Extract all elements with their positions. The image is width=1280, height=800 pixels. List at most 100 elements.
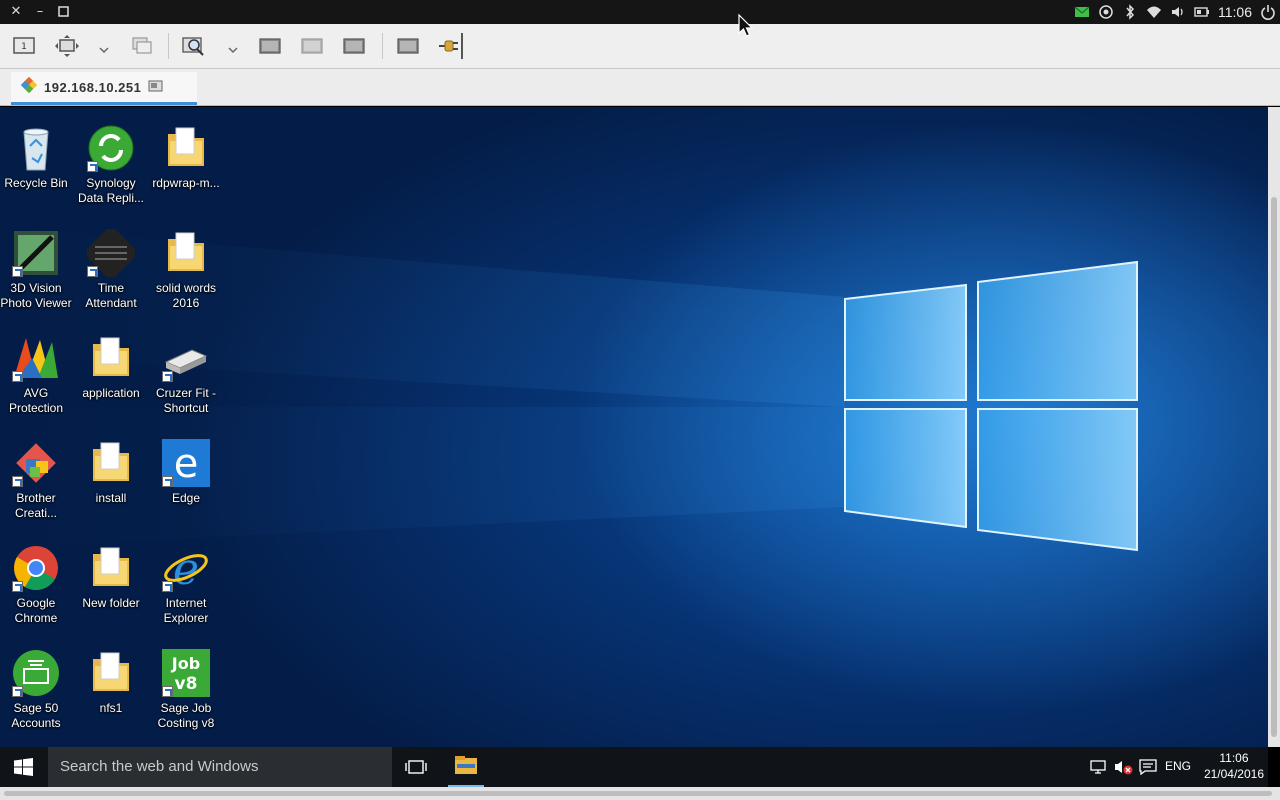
bluetooth-icon[interactable] <box>1122 4 1138 20</box>
desktop-icon[interactable]: solid words 2016 <box>148 229 224 311</box>
taskbar-time: 11:06 <box>1219 751 1249 765</box>
scrollbar-thumb[interactable] <box>1271 197 1277 737</box>
shortcut-arrow-icon <box>12 371 23 382</box>
desktop-icon[interactable]: e Internet Explorer <box>148 544 224 626</box>
shortcut-arrow-icon <box>162 371 173 382</box>
svg-text:e: e <box>174 441 199 487</box>
system-bar: ✕ – 11:06 <box>0 0 1280 24</box>
desktop-icon[interactable]: AVG Protection <box>0 334 74 416</box>
session-tab[interactable]: 192.168.10.251 <box>11 72 197 105</box>
folder-icon <box>87 544 135 592</box>
vertical-scrollbar[interactable] <box>1268 107 1280 747</box>
desktop-icon[interactable]: nfs1 <box>73 649 149 716</box>
desktop-icon[interactable]: Job v8 Sage Job Costing v8 <box>148 649 224 731</box>
start-button[interactable] <box>14 758 34 780</box>
screen-icon[interactable] <box>342 35 366 57</box>
shortcut-arrow-icon <box>12 476 23 487</box>
chevron-down-icon[interactable] <box>228 40 238 54</box>
zoom-icon[interactable] <box>182 35 206 57</box>
desktop-icon[interactable]: New folder <box>73 544 149 611</box>
desktop-icon-label: Internet Explorer <box>163 596 209 625</box>
desktop-icon[interactable]: Synology Data Repli... <box>73 124 149 206</box>
tab-label: 192.168.10.251 <box>44 79 142 95</box>
mail-icon[interactable] <box>1074 4 1090 20</box>
network-icon[interactable] <box>1090 759 1108 779</box>
action-center-icon[interactable] <box>1139 759 1157 779</box>
brother-icon <box>12 439 60 487</box>
desktop-icon-label: install <box>95 491 127 505</box>
close-icon[interactable]: ✕ <box>7 3 25 21</box>
volume-icon[interactable] <box>1170 4 1186 20</box>
desktop-icon[interactable]: e Edge <box>148 439 224 506</box>
desktop-icon-label: New folder <box>82 596 140 610</box>
toolbar-separator <box>168 33 169 59</box>
search-input[interactable]: Search the web and Windows <box>48 747 392 787</box>
fit-screen-icon[interactable] <box>55 35 79 57</box>
chevron-down-icon[interactable] <box>99 40 109 54</box>
desktop-icon-label: AVG Protection <box>8 386 64 415</box>
desktop-icon[interactable]: install <box>73 439 149 506</box>
shortcut-arrow-icon <box>162 581 173 592</box>
recycle-bin-icon <box>12 124 60 172</box>
desktop-icon-label: rdpwrap-m... <box>152 176 220 190</box>
desktop-icon[interactable]: Cruzer Fit - Shortcut <box>148 334 224 416</box>
scrollbar-thumb[interactable] <box>4 791 1272 796</box>
shortcut-arrow-icon <box>162 476 173 487</box>
mouse-cursor-icon <box>738 14 754 37</box>
volume-muted-icon[interactable] <box>1114 759 1134 779</box>
wifi-icon[interactable] <box>1146 4 1162 20</box>
taskbar-clock[interactable]: 11:06 21/04/2016 <box>1204 750 1264 782</box>
time-attendant-icon <box>84 226 138 280</box>
desktop-icon-label: nfs1 <box>99 701 123 715</box>
svg-text:1: 1 <box>21 42 27 52</box>
desktop-icon-label: Time Attendant <box>85 281 137 310</box>
shortcut-arrow-icon <box>162 686 173 697</box>
battery-icon[interactable] <box>1194 4 1210 20</box>
sage-icon <box>12 649 60 697</box>
desktop-icon-label: Synology Data Repli... <box>77 176 145 205</box>
shortcut-arrow-icon <box>12 686 23 697</box>
photo-viewer-icon <box>12 229 60 277</box>
system-clock: 11:06 <box>1218 4 1252 20</box>
desktop-icon[interactable]: Time Attendant <box>73 226 149 311</box>
toolbar-separator <box>382 33 383 59</box>
edge-icon: e <box>162 439 210 487</box>
desktop-icon[interactable]: application <box>73 334 149 401</box>
multi-window-icon[interactable] <box>130 35 154 57</box>
desktop-icon-label: 3D Vision Photo Viewer <box>0 281 72 310</box>
folder-icon <box>87 334 135 382</box>
toolbar-separator <box>461 33 463 59</box>
desktop-icon[interactable]: 3D Vision Photo Viewer <box>0 229 74 311</box>
power-icon[interactable] <box>1260 4 1276 20</box>
desktop-icon[interactable]: Recycle Bin <box>0 124 74 191</box>
maximize-icon[interactable] <box>55 3 73 21</box>
shortcut-arrow-icon <box>12 581 23 592</box>
location-icon[interactable] <box>1098 4 1114 20</box>
language-indicator[interactable]: ENG <box>1165 759 1191 773</box>
avg-icon <box>12 334 60 382</box>
shortcut-arrow-icon <box>87 266 98 277</box>
desktop-icon-label: solid words 2016 <box>155 281 217 310</box>
chrome-icon <box>12 544 60 592</box>
screen-icon[interactable] <box>396 35 420 57</box>
desktop-icon[interactable]: Sage 50 Accounts <box>0 649 74 731</box>
display-icon[interactable]: 1 <box>12 35 36 57</box>
desktop-icon-label: Brother Creati... <box>14 491 57 520</box>
ie-icon: e <box>162 544 210 595</box>
desktop-icon[interactable]: rdpwrap-m... <box>148 124 224 191</box>
remote-desktop[interactable]: Recycle Bin Synology Data Repli... rdpwrap… <box>0 107 1268 747</box>
folder-icon <box>87 439 135 487</box>
shortcut-arrow-icon <box>12 266 23 277</box>
screen-mode-icon[interactable] <box>148 78 164 97</box>
desktop-icon-label: Google Chrome <box>14 596 58 625</box>
task-view-icon[interactable] <box>405 758 427 780</box>
taskbar: Search the web and Windows ENG 11:06 21/… <box>0 747 1268 787</box>
horizontal-scrollbar[interactable] <box>0 787 1280 800</box>
screen-icon[interactable] <box>300 35 324 57</box>
disconnect-icon[interactable] <box>436 35 460 57</box>
desktop-icon[interactable]: Brother Creati... <box>0 439 74 521</box>
file-explorer-icon[interactable] <box>448 747 484 787</box>
screenshot-icon[interactable] <box>258 35 282 57</box>
minimize-icon[interactable]: – <box>31 3 49 21</box>
desktop-icon[interactable]: Google Chrome <box>0 544 74 626</box>
